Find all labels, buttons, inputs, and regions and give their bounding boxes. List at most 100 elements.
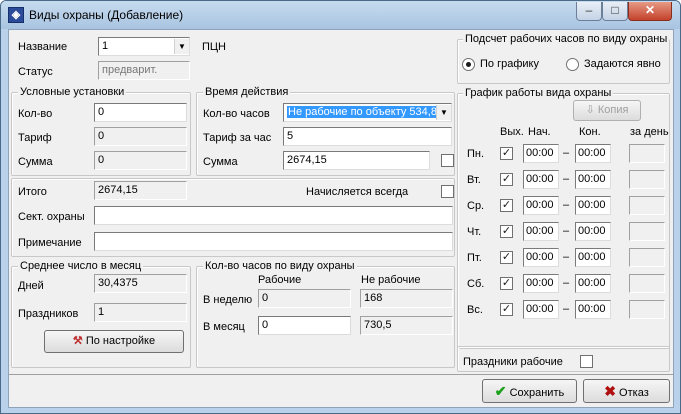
- time-range-dash: –: [563, 225, 570, 237]
- total-label: Итого: [18, 186, 47, 198]
- day-perday-field: [629, 196, 665, 215]
- validity-sum-checkbox[interactable]: [441, 154, 454, 167]
- validity-sum-input[interactable]: 2674,15: [283, 151, 430, 170]
- note-input[interactable]: [94, 232, 453, 251]
- day-end-input[interactable]: 00:00: [575, 300, 611, 319]
- day-start-input[interactable]: 00:00: [523, 222, 559, 241]
- day-label: Чт.: [467, 226, 482, 238]
- explicit-radio[interactable]: [566, 58, 579, 71]
- cancel-button[interactable]: ✖ Отказ: [583, 379, 670, 403]
- dialog-window: ◈ Виды охраны (Добавление) – □ ✕ Названи…: [0, 0, 681, 414]
- day-off-checkbox[interactable]: ✓: [500, 147, 513, 160]
- chevron-down-icon[interactable]: ▼: [174, 39, 189, 54]
- minimize-button[interactable]: –: [576, 2, 602, 21]
- total-field: 2674,15: [94, 181, 187, 200]
- day-start-input[interactable]: 00:00: [523, 144, 559, 163]
- arrow-down-icon: ⇩: [585, 104, 595, 116]
- holidays-label: Праздников: [18, 308, 79, 320]
- day-start-input[interactable]: 00:00: [523, 196, 559, 215]
- time-range-dash: –: [563, 199, 570, 211]
- day-perday-field: [629, 248, 665, 267]
- day-start-input[interactable]: 00:00: [523, 300, 559, 319]
- schedule-radio-label: По графику: [480, 58, 539, 70]
- cross-icon: ✖: [604, 383, 616, 399]
- monthly-avg-legend: Среднее число в месяц: [18, 260, 144, 272]
- hours-select-value: Не рабочие по объекту 534,8: [287, 106, 438, 118]
- time-range-dash: –: [563, 147, 570, 159]
- day-end-input[interactable]: 00:00: [575, 274, 611, 293]
- day-start-input[interactable]: 00:00: [523, 248, 559, 267]
- hours-select[interactable]: Не рабочие по объекту 534,8 ▼: [283, 103, 452, 122]
- week-nonwork-field: 168: [360, 289, 453, 308]
- sect-label: Сект. охраны: [18, 211, 85, 223]
- day-start-input[interactable]: 00:00: [523, 170, 559, 189]
- hours-by-type-legend: Кол-во часов по виду охраны: [203, 260, 357, 272]
- guard-app-icon: ◈: [8, 7, 24, 23]
- title-bar: ◈ Виды охраны (Добавление) – □ ✕: [1, 1, 680, 29]
- maximize-icon: □: [611, 3, 619, 17]
- day-end-input[interactable]: 00:00: [575, 144, 611, 163]
- chevron-down-icon[interactable]: ▼: [436, 105, 451, 120]
- time-range-dash: –: [563, 173, 570, 185]
- save-button[interactable]: ✔ Сохранить: [482, 379, 577, 403]
- rate-input[interactable]: 5: [283, 127, 452, 146]
- week-work-field: 0: [258, 289, 351, 308]
- day-off-checkbox[interactable]: ✓: [500, 199, 513, 212]
- day-perday-field: [629, 222, 665, 241]
- minimize-icon: –: [585, 3, 593, 17]
- col-nonwork-header: Не рабочие: [361, 274, 421, 286]
- day-off-checkbox[interactable]: ✓: [500, 277, 513, 290]
- day-off-checkbox[interactable]: ✓: [500, 225, 513, 238]
- maximize-button[interactable]: □: [602, 2, 628, 21]
- day-end-input[interactable]: 00:00: [575, 248, 611, 267]
- col-start-header: Нач.: [528, 126, 551, 138]
- name-select-value: 1: [102, 40, 109, 52]
- name-suffix: ПЦН: [202, 41, 226, 53]
- day-label: Пт.: [467, 252, 482, 264]
- time-range-dash: –: [563, 251, 570, 263]
- close-button[interactable]: ✕: [628, 2, 672, 21]
- close-icon: ✕: [644, 3, 656, 17]
- qty-label: Кол-во: [18, 108, 53, 120]
- schedule-radio[interactable]: [462, 58, 475, 71]
- month-work-input[interactable]: 0: [258, 316, 351, 335]
- holidays-working-checkbox[interactable]: [580, 355, 593, 368]
- day-off-checkbox[interactable]: ✓: [500, 303, 513, 316]
- day-end-input[interactable]: 00:00: [575, 170, 611, 189]
- day-perday-field: [629, 300, 665, 319]
- day-end-input[interactable]: 00:00: [575, 222, 611, 241]
- by-settings-button[interactable]: ⚒ По настройке: [44, 330, 184, 353]
- tariff-label: Тариф: [18, 132, 52, 144]
- day-label: Сб.: [467, 278, 485, 290]
- always-checkbox[interactable]: [441, 185, 454, 198]
- rate-label: Тариф за час: [203, 132, 272, 144]
- time-range-dash: –: [563, 303, 570, 315]
- col-off-header: Вых.: [500, 126, 524, 138]
- footer-separator: [9, 374, 673, 375]
- schedule-legend: График работы вида охраны: [463, 87, 614, 99]
- day-start-input[interactable]: 00:00: [523, 274, 559, 293]
- day-perday-field: [629, 144, 665, 163]
- days-label: Дней: [18, 280, 44, 292]
- name-select[interactable]: 1 ▼: [98, 37, 190, 56]
- day-off-checkbox[interactable]: ✓: [500, 173, 513, 186]
- day-label: Ср.: [467, 200, 485, 212]
- validity-legend: Время действия: [203, 86, 291, 98]
- copy-button[interactable]: ⇩ Копия: [573, 100, 641, 121]
- sect-input[interactable]: [94, 206, 453, 225]
- qty-input[interactable]: 0: [94, 103, 187, 122]
- month-nonwork-field: 730,5: [360, 316, 453, 335]
- col-perday-header: за день: [630, 126, 669, 138]
- status-field: предварит.: [98, 61, 190, 80]
- dialog-client-area: Название 1 ▼ ПЦН Статус предварит. Услов…: [8, 29, 674, 408]
- day-perday-field: [629, 170, 665, 189]
- day-end-input[interactable]: 00:00: [575, 196, 611, 215]
- status-label: Статус: [18, 66, 53, 78]
- name-label: Название: [18, 41, 68, 53]
- day-off-checkbox[interactable]: ✓: [500, 251, 513, 264]
- cancel-button-label: Отказ: [619, 387, 649, 399]
- month-label: В месяц: [203, 321, 245, 333]
- holidays-working-label: Праздники рабочие: [463, 356, 563, 368]
- day-label: Вт.: [467, 174, 481, 186]
- validity-sum-label: Сумма: [203, 156, 238, 168]
